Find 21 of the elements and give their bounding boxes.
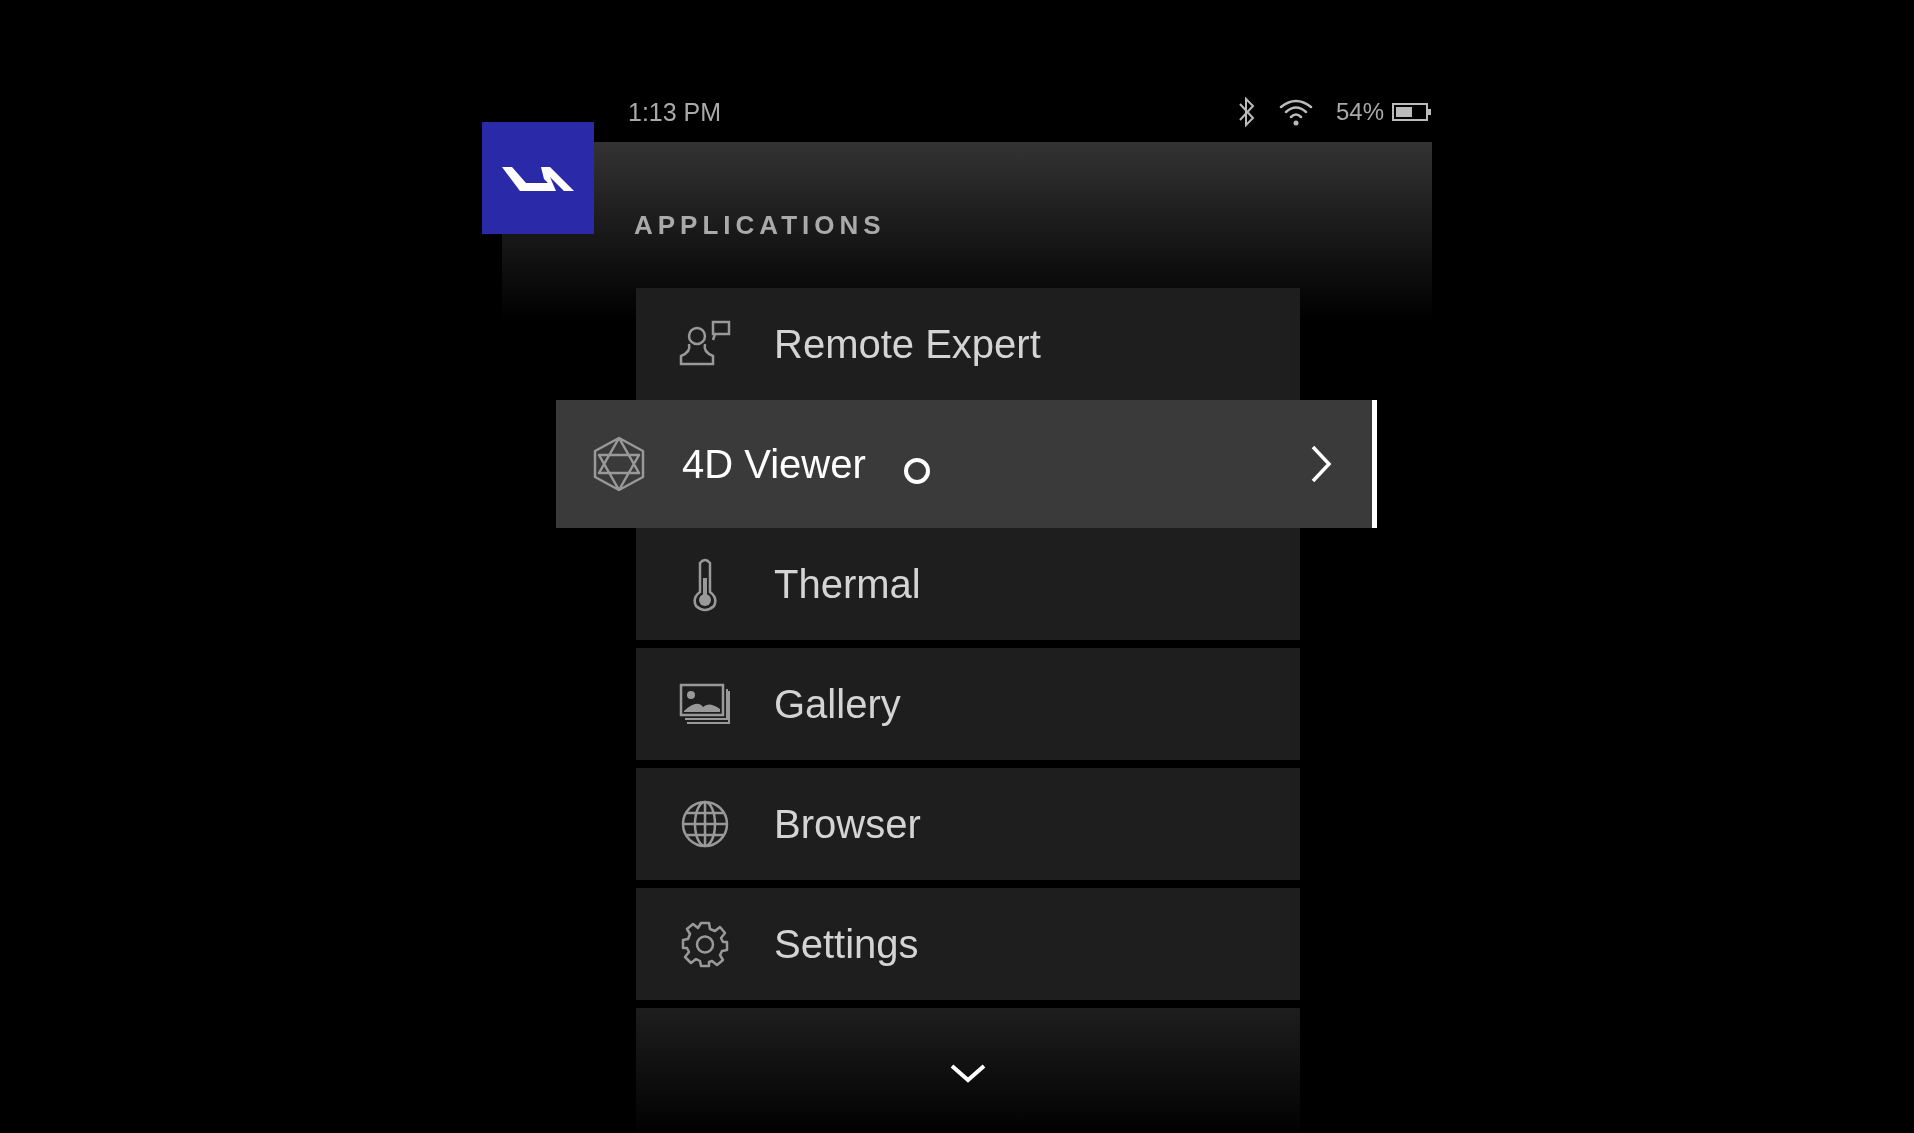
cursor-ring-icon xyxy=(901,456,932,486)
logo-icon xyxy=(482,122,594,234)
wifi-icon xyxy=(1277,97,1314,127)
thermometer-icon xyxy=(690,556,720,612)
globe-icon xyxy=(680,799,730,849)
menu-item[interactable]: Settings xyxy=(636,888,1300,1000)
section-title: APPLICATIONS xyxy=(634,210,886,240)
chevron-right-icon xyxy=(1310,444,1332,484)
settings-icon xyxy=(681,920,729,968)
battery-percent: 54% xyxy=(1335,98,1384,126)
menu-item[interactable]: Browser xyxy=(636,768,1300,880)
battery-icon xyxy=(1392,103,1432,121)
menu-item[interactable]: 4D Viewer xyxy=(556,400,1377,528)
status-time: 1:13 PM xyxy=(628,97,722,127)
polyhedron-icon xyxy=(591,435,647,493)
menu-item[interactable]: Remote Expert xyxy=(636,288,1300,400)
menu-item[interactable]: Thermal xyxy=(636,528,1300,640)
image-stack-icon xyxy=(679,683,731,725)
chevron-down-icon xyxy=(950,1063,986,1083)
menu-item[interactable]: Gallery xyxy=(636,648,1300,760)
bluetooth-icon xyxy=(1237,95,1256,129)
